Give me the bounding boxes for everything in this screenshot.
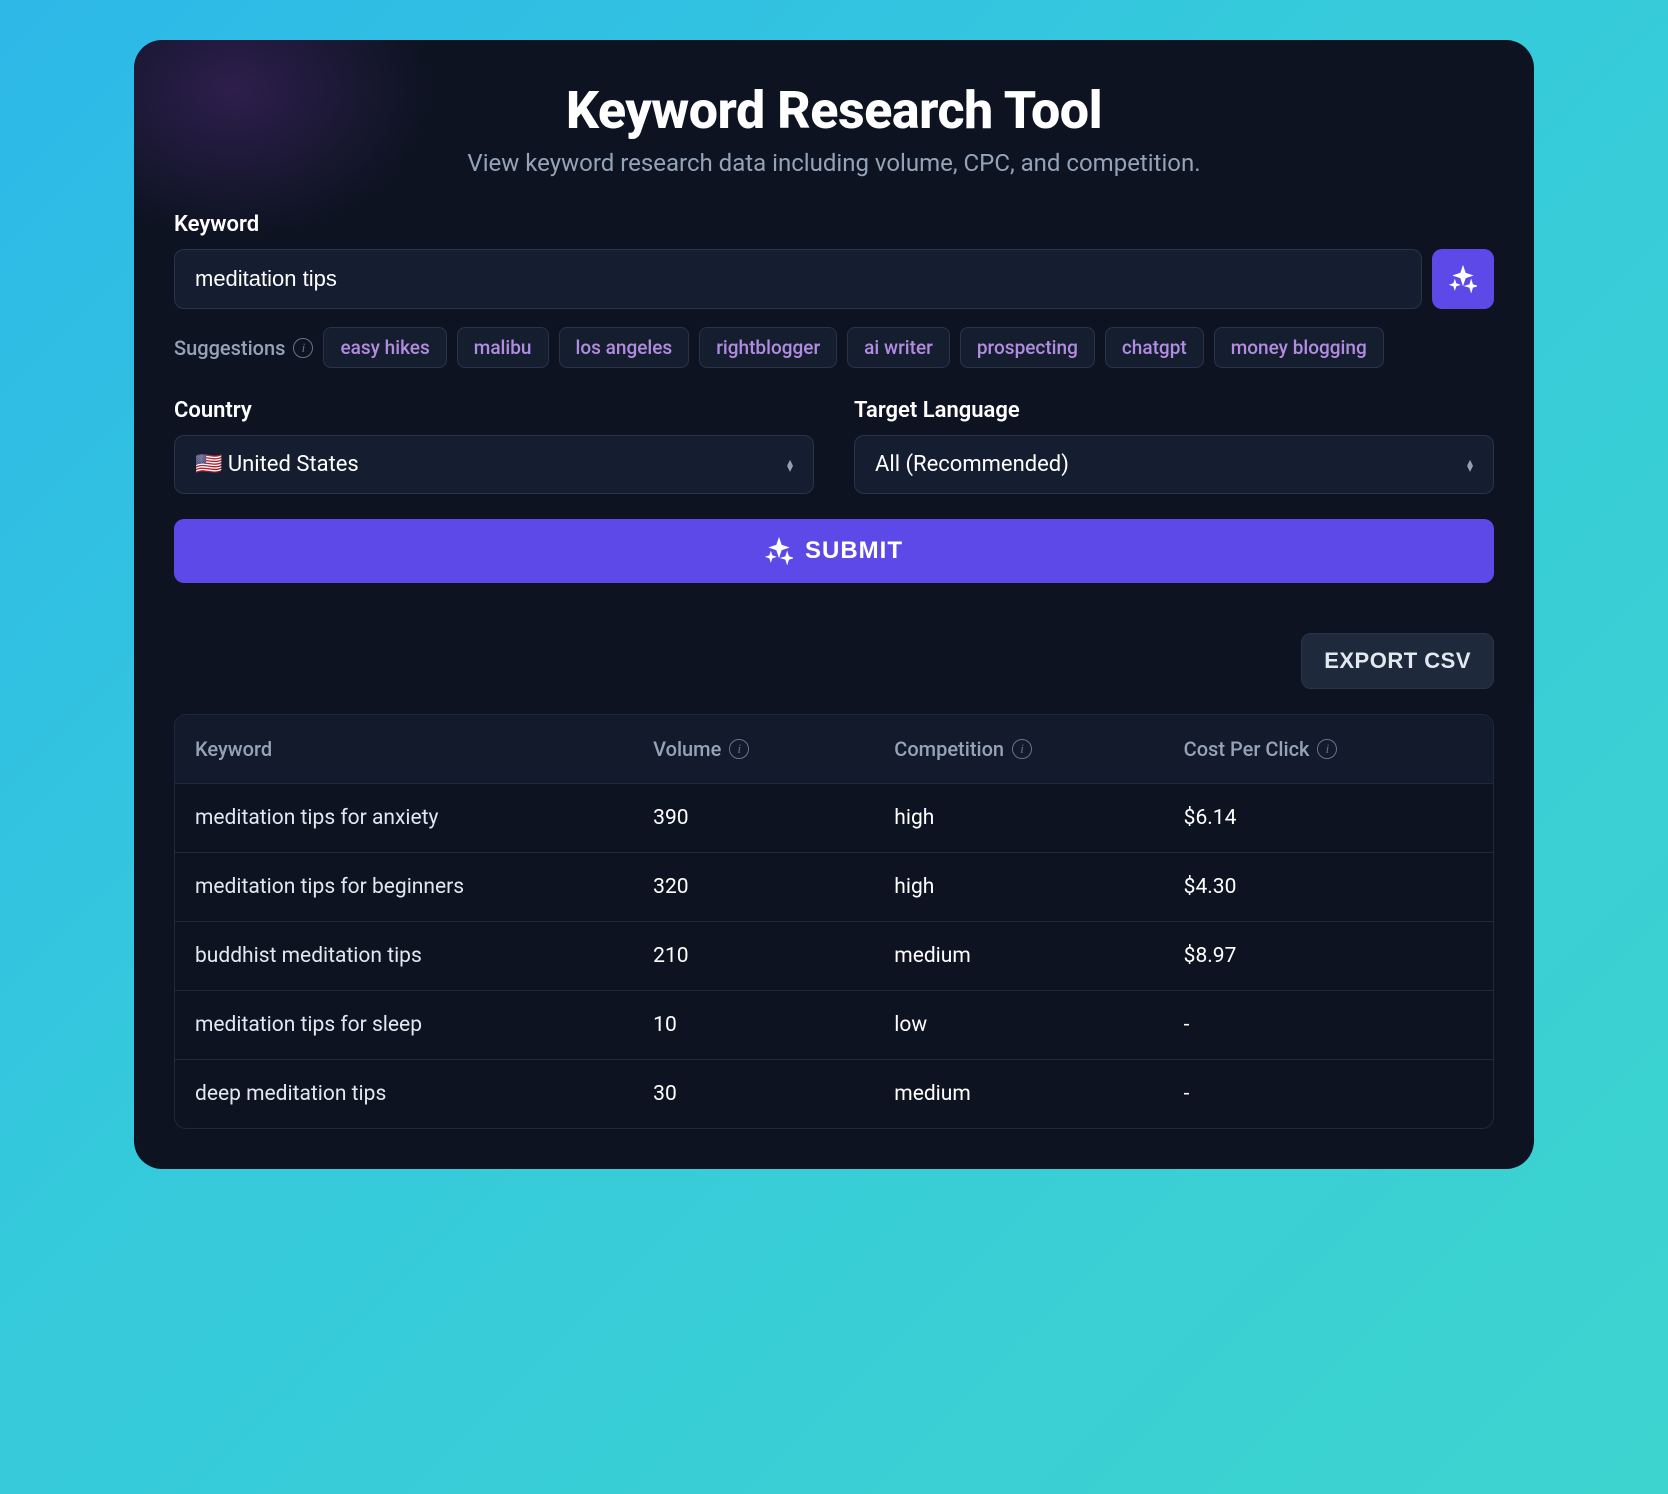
sparkle-icon: [765, 537, 793, 565]
main-card: Keyword Research Tool View keyword resea…: [134, 40, 1534, 1169]
th-keyword: Keyword: [195, 737, 653, 761]
chevron-updown-icon: ▴▾: [787, 459, 793, 471]
td-volume: 210: [653, 944, 894, 968]
td-volume: 30: [653, 1082, 894, 1106]
suggestion-chip[interactable]: ai writer: [847, 327, 950, 368]
td-volume: 10: [653, 1013, 894, 1037]
table-row: meditation tips for sleep 10 low -: [175, 991, 1493, 1060]
td-cpc: -: [1184, 1082, 1473, 1106]
ai-generate-button[interactable]: [1432, 249, 1494, 309]
keyword-input[interactable]: [174, 249, 1422, 309]
suggestion-chip[interactable]: chatgpt: [1105, 327, 1204, 368]
header: Keyword Research Tool View keyword resea…: [174, 80, 1494, 177]
info-icon[interactable]: i: [293, 338, 313, 358]
country-value: 🇺🇸 United States: [195, 452, 359, 477]
td-cpc: $8.97: [1184, 944, 1473, 968]
submit-label: SUBMIT: [805, 537, 903, 565]
th-volume: Volume i: [653, 737, 894, 761]
td-keyword: meditation tips for anxiety: [195, 806, 653, 830]
table-row: deep meditation tips 30 medium -: [175, 1060, 1493, 1128]
td-volume: 390: [653, 806, 894, 830]
language-label: Target Language: [854, 398, 1494, 423]
td-competition: medium: [894, 1082, 1183, 1106]
td-keyword: meditation tips for beginners: [195, 875, 653, 899]
td-volume: 320: [653, 875, 894, 899]
language-wrapper: Target Language All (Recommended) ▴▾: [854, 398, 1494, 494]
page-title: Keyword Research Tool: [174, 80, 1494, 141]
country-select[interactable]: 🇺🇸 United States ▴▾: [174, 435, 814, 494]
td-competition: low: [894, 1013, 1183, 1037]
th-competition: Competition i: [894, 737, 1183, 761]
td-keyword: buddhist meditation tips: [195, 944, 653, 968]
suggestion-chip[interactable]: easy hikes: [323, 327, 446, 368]
info-icon[interactable]: i: [1317, 739, 1337, 759]
language-select[interactable]: All (Recommended) ▴▾: [854, 435, 1494, 494]
page-subtitle: View keyword research data including vol…: [174, 149, 1494, 177]
table-row: buddhist meditation tips 210 medium $8.9…: [175, 922, 1493, 991]
td-cpc: $4.30: [1184, 875, 1473, 899]
td-competition: medium: [894, 944, 1183, 968]
sparkle-icon: [1449, 265, 1477, 293]
table-row: meditation tips for beginners 320 high $…: [175, 853, 1493, 922]
results-table: Keyword Volume i Competition i Cost Per …: [174, 714, 1494, 1129]
suggestion-chip[interactable]: malibu: [457, 327, 549, 368]
chevron-updown-icon: ▴▾: [1467, 459, 1473, 471]
selects-row: Country 🇺🇸 United States ▴▾ Target Langu…: [174, 398, 1494, 494]
table-row: meditation tips for anxiety 390 high $6.…: [175, 784, 1493, 853]
suggestions-row: Suggestions i easy hikes malibu los ange…: [174, 327, 1494, 368]
export-row: EXPORT CSV: [174, 633, 1494, 689]
td-keyword: deep meditation tips: [195, 1082, 653, 1106]
td-competition: high: [894, 875, 1183, 899]
form-section: Keyword Suggestions i easy hikes malibu …: [174, 212, 1494, 1129]
suggestion-chip[interactable]: los angeles: [559, 327, 690, 368]
suggestion-chip[interactable]: prospecting: [960, 327, 1095, 368]
submit-button[interactable]: SUBMIT: [174, 519, 1494, 583]
suggestion-chip[interactable]: money blogging: [1214, 327, 1384, 368]
info-icon[interactable]: i: [729, 739, 749, 759]
keyword-label: Keyword: [174, 212, 1494, 237]
table-header: Keyword Volume i Competition i Cost Per …: [175, 715, 1493, 784]
info-icon[interactable]: i: [1012, 739, 1032, 759]
td-cpc: -: [1184, 1013, 1473, 1037]
th-cpc: Cost Per Click i: [1184, 737, 1473, 761]
language-value: All (Recommended): [875, 452, 1069, 477]
export-csv-button[interactable]: EXPORT CSV: [1301, 633, 1494, 689]
country-label: Country: [174, 398, 814, 423]
td-competition: high: [894, 806, 1183, 830]
td-cpc: $6.14: [1184, 806, 1473, 830]
suggestion-chip[interactable]: rightblogger: [699, 327, 837, 368]
country-wrapper: Country 🇺🇸 United States ▴▾: [174, 398, 814, 494]
keyword-row: [174, 249, 1494, 309]
suggestions-label: Suggestions i: [174, 336, 313, 360]
td-keyword: meditation tips for sleep: [195, 1013, 653, 1037]
